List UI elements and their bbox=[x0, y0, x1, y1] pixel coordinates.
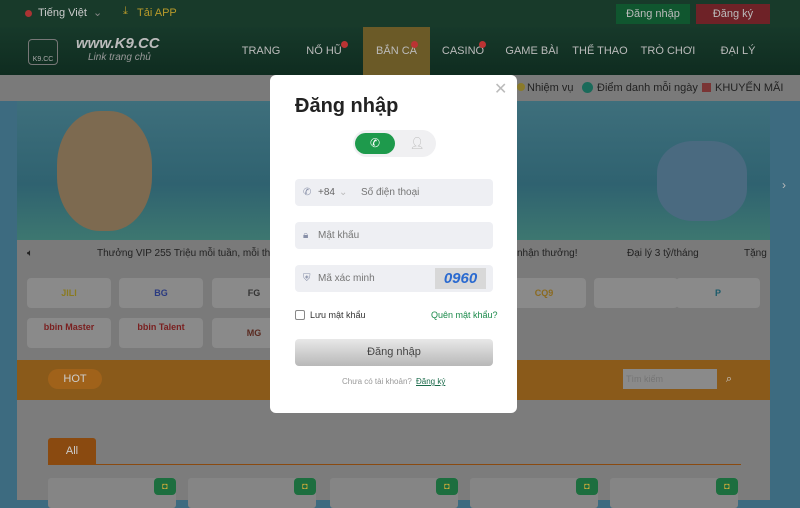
search-input[interactable] bbox=[623, 369, 717, 389]
nav-casino[interactable]: CASINO bbox=[438, 27, 488, 75]
close-icon[interactable]: ✕ bbox=[494, 79, 507, 99]
logo-tagline: Link trang chủ bbox=[88, 52, 151, 63]
tab-all[interactable]: All bbox=[48, 438, 96, 465]
phone-icon: ✆ bbox=[303, 187, 312, 198]
forgot-password-link[interactable]: Quên mật khẩu? bbox=[431, 310, 498, 320]
phone-input[interactable] bbox=[361, 179, 489, 206]
nav-tro-choi[interactable]: TRÒ CHƠI bbox=[638, 27, 698, 75]
lock-icon: 🔒︎ bbox=[303, 230, 309, 241]
download-app-link[interactable]: Tải APP bbox=[137, 7, 177, 19]
ticker-text: Thưởng VIP 255 Triệu mỗi tuần, mỗi thá bbox=[97, 248, 276, 259]
provider-tile[interactable] bbox=[594, 278, 678, 308]
download-icon: ⤓ bbox=[123, 5, 128, 17]
logo-mark[interactable]: K9.CC bbox=[28, 39, 58, 65]
captcha-input[interactable] bbox=[318, 265, 428, 292]
speaker-icon: 🔈︎ bbox=[27, 248, 33, 259]
banner-next-icon[interactable]: › bbox=[782, 178, 786, 192]
phone-field: ✆ +84 ⌄ bbox=[295, 179, 493, 206]
login-method-toggle: ✆ 👤︎ bbox=[353, 130, 436, 157]
character-illustration bbox=[57, 111, 152, 231]
provider-tile[interactable]: BG bbox=[119, 278, 203, 308]
ticker-text: Tặng bbox=[744, 248, 767, 259]
vietnam-flag-icon bbox=[25, 10, 32, 17]
checkin-link[interactable]: Điểm danh mỗi ngày bbox=[597, 82, 698, 94]
remember-checkbox[interactable] bbox=[295, 310, 305, 320]
phone-login-tab[interactable]: ✆ bbox=[355, 133, 395, 154]
ticker-text: nhận thưởng! bbox=[517, 248, 578, 259]
password-input[interactable] bbox=[318, 222, 488, 249]
nav-dai-ly[interactable]: ĐẠI LÝ bbox=[708, 27, 768, 75]
game-badge-icon: ◘ bbox=[576, 478, 598, 495]
language-selector[interactable]: Tiếng Việt bbox=[38, 7, 87, 19]
gift-icon bbox=[702, 83, 711, 92]
nav-no-hu[interactable]: NỔ HŨ bbox=[300, 27, 348, 75]
nav-label: NỔ HŨ bbox=[306, 45, 342, 57]
modal-title: Đăng nhập bbox=[295, 95, 399, 117]
register-link[interactable]: Đăng ký bbox=[416, 377, 445, 386]
nav-game-bai[interactable]: GAME BÀI bbox=[502, 27, 562, 75]
game-badge-icon: ◘ bbox=[294, 478, 316, 495]
nav-the-thao[interactable]: THỂ THAO bbox=[570, 27, 630, 75]
game-badge-icon: ◘ bbox=[154, 478, 176, 495]
hot-tab[interactable]: HOT bbox=[48, 369, 102, 389]
game-card[interactable]: ◘ bbox=[188, 478, 316, 508]
hot-badge bbox=[411, 41, 418, 48]
mission-icon bbox=[517, 83, 525, 91]
shield-icon: ⛨ bbox=[303, 273, 311, 284]
provider-tile[interactable]: bbin Talent bbox=[119, 318, 203, 348]
game-card[interactable]: ◘ bbox=[48, 478, 176, 508]
tab-divider bbox=[48, 464, 741, 465]
mission-link[interactable]: Nhiệm vụ bbox=[527, 82, 573, 94]
game-card[interactable]: ◘ bbox=[330, 478, 458, 508]
provider-tile[interactable]: P bbox=[676, 278, 760, 308]
provider-tile[interactable]: bbin Master bbox=[27, 318, 111, 348]
promotion-link[interactable]: KHUYẾN MÃI bbox=[715, 82, 783, 94]
provider-tile[interactable]: JILI bbox=[27, 278, 111, 308]
captcha-field: ⛨ 0960 bbox=[295, 265, 493, 292]
checkin-icon bbox=[582, 82, 593, 93]
top-bar: Tiếng Việt ⌄ ⤓ Tải APP Đăng nhập Đăng ký bbox=[0, 0, 800, 27]
submit-login-button[interactable]: Đăng nhập bbox=[295, 339, 493, 366]
nav-ban-ca[interactable]: BẮN CÁ bbox=[363, 27, 430, 75]
nav-label: CASINO bbox=[441, 45, 485, 57]
game-card[interactable]: ◘ bbox=[610, 478, 738, 508]
captcha-image[interactable]: 0960 bbox=[435, 268, 486, 289]
register-button[interactable]: Đăng ký bbox=[696, 4, 770, 24]
login-button[interactable]: Đăng nhập bbox=[616, 4, 690, 24]
no-account-text: Chưa có tài khoản? bbox=[342, 377, 412, 386]
main-nav: K9.CC www.K9.CC Link trang chủ TRANG CHỦ… bbox=[0, 27, 800, 105]
remember-label: Lưu mật khẩu bbox=[310, 310, 366, 320]
ticker-text: Đại lý 3 tỷ/tháng bbox=[627, 248, 699, 259]
hot-badge bbox=[479, 41, 486, 48]
logo-domain: www.K9.CC bbox=[76, 35, 160, 52]
country-code-select[interactable]: +84 bbox=[318, 179, 335, 206]
password-field: 🔒︎ bbox=[295, 222, 493, 249]
nav-label: BẮN CÁ bbox=[376, 45, 417, 57]
game-badge-icon: ◘ bbox=[716, 478, 738, 495]
shark-illustration bbox=[657, 141, 747, 221]
account-login-tab[interactable]: 👤︎ bbox=[405, 133, 429, 154]
chevron-down-icon: ⌄ bbox=[93, 7, 103, 19]
nav-trang-chu[interactable]: TRANG CHỦ bbox=[229, 27, 293, 105]
hot-badge bbox=[341, 41, 348, 48]
search-icon[interactable]: ⌕ bbox=[719, 368, 739, 390]
chevron-down-icon: ⌄ bbox=[339, 187, 348, 198]
login-modal: ✕ Đăng nhập ✆ 👤︎ ✆ +84 ⌄ 🔒︎ ⛨ 0960 Lưu m… bbox=[270, 75, 517, 413]
game-card[interactable]: ◘ bbox=[470, 478, 598, 508]
game-badge-icon: ◘ bbox=[436, 478, 458, 495]
